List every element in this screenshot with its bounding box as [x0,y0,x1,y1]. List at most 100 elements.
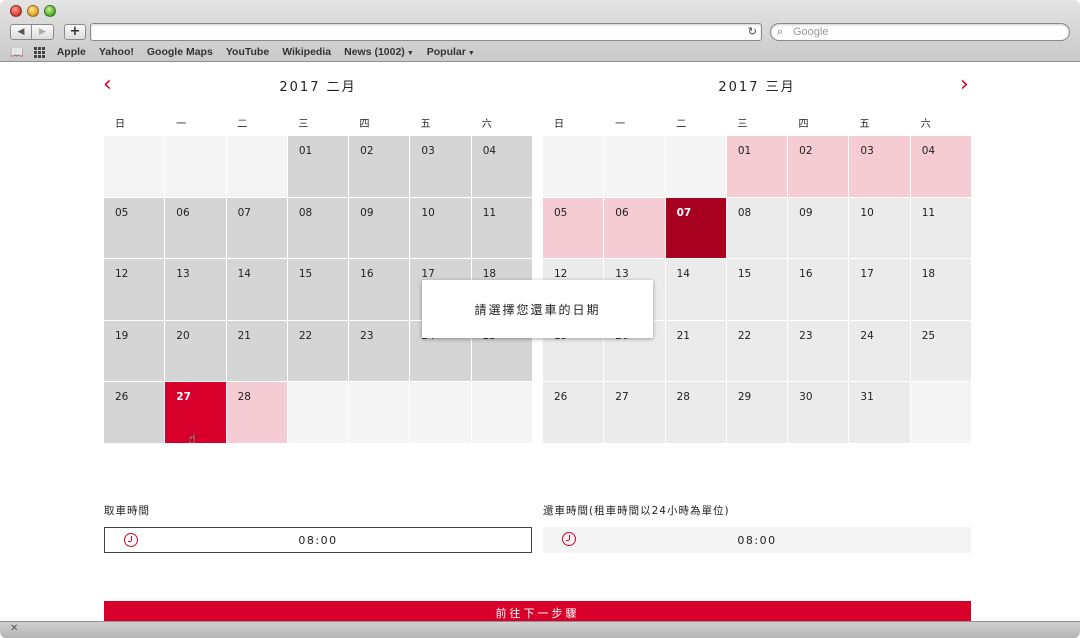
bookmark-yahoo[interactable]: Yahoo! [99,46,134,58]
day-cell[interactable]: 29 [726,382,788,443]
back-button[interactable]: ◀ [10,24,32,40]
day-cell: 21 [226,320,287,381]
pickup-time-label: 取車時間 [104,505,150,517]
weekday-header: 日 一 二 三 四 五 六 [543,115,971,130]
clock-icon [562,532,576,546]
day-cell[interactable]: 07 [665,197,726,258]
address-bar[interactable]: ↻ [90,23,762,41]
day-cell[interactable]: 03 [849,136,910,197]
weekday-label: 日 [554,119,564,130]
bookmark-popular-folder[interactable]: Popular ▼ [427,46,475,58]
weekday-label: 一 [176,119,187,130]
day-cell[interactable]: 27 [604,382,665,443]
month-title: 2017 二月 [279,80,357,95]
return-time-value: 08:00 [737,533,777,547]
hand-cursor-icon: ☝ [188,432,196,447]
zoom-window-button[interactable] [44,5,56,17]
day-cell[interactable]: 10 [849,197,910,258]
bookmark-google-maps[interactable]: Google Maps [147,46,213,58]
day-cell[interactable]: 09 [788,197,849,258]
day-cell: 01 [287,136,349,197]
bookmark-youtube[interactable]: YouTube [226,46,269,58]
browser-toolbar: ◀ ▶ + ↻ ⌕ Google 📖 Apple Yahoo! Google M… [0,0,1080,62]
day-cell: 10 [410,197,471,258]
day-cell: 03 [410,136,471,197]
day-cell[interactable]: 08 [726,197,788,258]
pickup-time-select[interactable]: 08:00 [104,527,532,553]
day-cell[interactable]: 14 [665,259,726,320]
day-cell[interactable]: 17 [849,259,910,320]
day-cell[interactable]: 30 [788,382,849,443]
day-cell[interactable]: 28 [226,382,287,443]
weekday-label: 六 [920,119,931,130]
search-field[interactable]: ⌕ Google [770,23,1070,41]
return-time-label: 還車時間(租車時間以24小時為單位) [543,505,730,517]
weekday-header: 日 一 二 三 四 五 六 [104,115,532,130]
empty-day-cell [165,136,226,197]
weekday-label: 三 [298,119,309,130]
day-cell[interactable]: 22 [726,320,788,381]
day-cell[interactable]: 11 [910,197,971,258]
day-cell[interactable]: 31 [849,382,910,443]
empty-day-cell [349,382,410,443]
day-cell[interactable]: 26 [543,382,604,443]
day-cell: 14 [226,259,287,320]
empty-day-cell [410,382,471,443]
forward-button[interactable]: ▶ [32,24,54,40]
day-cell: 05 [104,197,165,258]
day-cell: 09 [349,197,410,258]
book-icon[interactable]: 📖 [10,46,24,59]
day-cell: 20 [165,320,226,381]
weekday-label: 四 [798,119,809,130]
close-window-button[interactable] [10,5,22,17]
minimize-window-button[interactable] [27,5,39,17]
bookmarks-bar: 📖 Apple Yahoo! Google Maps YouTube Wikip… [10,45,488,59]
next-step-button[interactable]: 前往下一步驟 [104,601,971,621]
empty-day-cell [910,382,971,443]
top-sites-icon[interactable] [33,46,45,58]
bookmark-wikipedia[interactable]: Wikipedia [282,46,331,58]
day-cell[interactable]: 24 [849,320,910,381]
empty-day-cell [471,382,532,443]
chevron-down-icon: ▼ [406,50,414,57]
weekday-label: 二 [237,119,248,130]
day-cell[interactable]: 28 [665,382,726,443]
day-cell[interactable]: 23 [788,320,849,381]
day-cell: 08 [287,197,349,258]
weekday-label: 二 [676,119,687,130]
weekday-label: 五 [420,119,431,130]
return-time-select[interactable]: 08:00 [543,527,971,553]
day-cell: 15 [287,259,349,320]
empty-day-cell [665,136,726,197]
day-cell[interactable]: 02 [788,136,849,197]
day-cell[interactable]: 04 [910,136,971,197]
select-return-date-tooltip: 請選擇您還車的日期 [422,280,653,338]
empty-day-cell [604,136,665,197]
history-nav: ◀ ▶ [10,24,54,40]
add-bookmark-button[interactable]: + [64,24,86,40]
day-cell[interactable]: 05 [543,197,604,258]
weekday-label: 一 [615,119,626,130]
resize-icon[interactable]: ✕ [10,623,18,634]
reload-icon[interactable]: ↻ [748,25,757,38]
pickup-time-value: 08:00 [298,533,338,547]
day-cell[interactable]: 06 [604,197,665,258]
day-cell: 19 [104,320,165,381]
day-cell: 26 [104,382,165,443]
day-cell[interactable]: 15 [726,259,788,320]
clock-icon [124,533,138,547]
bookmark-apple[interactable]: Apple [57,46,86,58]
day-cell: 07 [226,197,287,258]
bookmark-news-folder[interactable]: News (1002) ▼ [344,46,414,58]
weekday-label: 日 [115,119,125,130]
day-cell[interactable]: 25 [910,320,971,381]
weekday-label: 四 [359,119,370,130]
empty-day-cell [104,136,165,197]
day-cell[interactable]: 18 [910,259,971,320]
day-cell[interactable]: 01 [726,136,788,197]
day-cell[interactable]: 21 [665,320,726,381]
month-title: 2017 三月 [718,80,796,95]
day-cell[interactable]: 16 [788,259,849,320]
day-cell: 16 [349,259,410,320]
day-cell: 22 [287,320,349,381]
